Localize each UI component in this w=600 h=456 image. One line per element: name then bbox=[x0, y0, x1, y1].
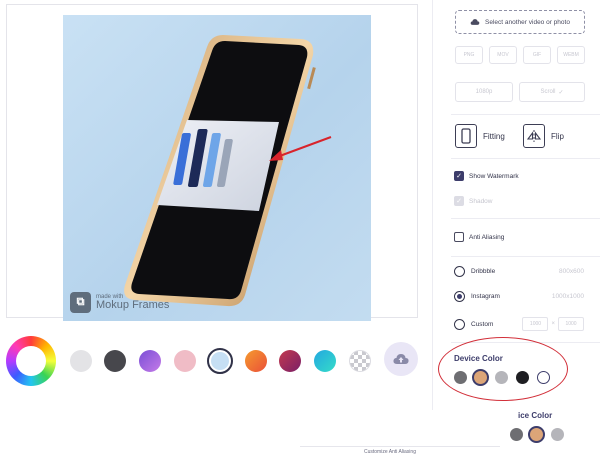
custom-width-input[interactable]: 1000 bbox=[522, 317, 549, 331]
bg-swatch-dark-gray[interactable] bbox=[104, 350, 126, 372]
format-webm-button[interactable]: WEBM bbox=[557, 46, 585, 64]
watermark-brand-text: Mokup Frames bbox=[96, 299, 170, 311]
flip-label: Flip bbox=[551, 132, 564, 141]
dribbble-size: 800x600 bbox=[559, 268, 584, 275]
fitting-label: Fitting bbox=[483, 132, 505, 141]
anti-aliasing-label: Anti Aliasing bbox=[469, 233, 505, 241]
size-option-instagram[interactable]: Instagram 1000x1000 bbox=[454, 291, 584, 302]
mokup-logo-icon: ⧉ bbox=[70, 292, 91, 313]
zoom-color-silver bbox=[551, 428, 564, 441]
custom-height-input[interactable]: 1000 bbox=[558, 317, 584, 331]
check-icon: ✓ bbox=[558, 89, 564, 96]
divider bbox=[451, 218, 600, 219]
select-another-media-label: Select another video or photo bbox=[485, 18, 570, 26]
show-watermark-checkbox[interactable]: ✓ Show Watermark bbox=[454, 171, 519, 181]
flip-button[interactable] bbox=[523, 124, 545, 148]
duration-select[interactable]: Scroll ✓ bbox=[519, 82, 585, 102]
select-another-media-button[interactable]: Select another video or photo bbox=[455, 10, 585, 34]
bg-swatch-orange[interactable] bbox=[245, 350, 267, 372]
background-picker bbox=[6, 336, 424, 388]
bg-swatch-transparent[interactable] bbox=[349, 350, 371, 372]
cloud-upload-icon bbox=[470, 19, 480, 25]
bg-swatch-teal[interactable] bbox=[314, 350, 336, 372]
bg-swatch-light-blue[interactable] bbox=[207, 348, 233, 374]
checkbox-empty-icon bbox=[454, 232, 464, 242]
quality-select[interactable]: 1080p bbox=[455, 82, 513, 102]
flip-icon bbox=[527, 130, 541, 142]
divider bbox=[451, 114, 600, 115]
format-png-button[interactable]: PNG bbox=[455, 46, 483, 64]
size-option-dribbble[interactable]: Dribbble 800x600 bbox=[454, 266, 584, 277]
divider bbox=[451, 256, 600, 257]
color-wheel-button[interactable] bbox=[6, 336, 56, 386]
shadow-checkbox[interactable]: ✓ Shadow bbox=[454, 196, 493, 206]
anti-aliasing-checkbox[interactable]: Anti Aliasing bbox=[454, 232, 504, 242]
cloud-upload-icon bbox=[393, 354, 409, 364]
annotation-ellipse bbox=[438, 337, 568, 401]
duration-label: Scroll bbox=[540, 89, 556, 95]
bg-swatch-purple[interactable] bbox=[139, 350, 161, 372]
radio-icon bbox=[454, 266, 465, 277]
bg-swatch-light-gray[interactable] bbox=[70, 350, 92, 372]
format-mov-button[interactable]: MOV bbox=[489, 46, 517, 64]
bg-swatch-pink[interactable] bbox=[174, 350, 196, 372]
bg-swatch-magenta[interactable] bbox=[279, 350, 301, 372]
fitting-button[interactable] bbox=[455, 124, 477, 148]
size-option-custom[interactable]: Custom 1000 × 1000 bbox=[454, 317, 584, 331]
zoom-color-space-gray bbox=[510, 428, 523, 441]
zoom-device-color-title: ice Color bbox=[518, 411, 553, 420]
upload-background-button[interactable] bbox=[384, 342, 418, 376]
dribbble-label: Dribbble bbox=[471, 268, 496, 275]
checkmark-icon: ✓ bbox=[454, 171, 464, 181]
format-gif-button[interactable]: GIF bbox=[523, 46, 551, 64]
custom-label: Custom bbox=[471, 320, 494, 328]
divider bbox=[300, 446, 500, 447]
zoom-color-gold bbox=[528, 426, 545, 443]
canvas-panel: ⧉ made with Mokup Frames bbox=[6, 4, 418, 321]
times-sign: × bbox=[551, 321, 555, 327]
radio-selected-icon bbox=[454, 291, 465, 302]
phone-fit-icon bbox=[461, 128, 471, 144]
instagram-size: 1000x1000 bbox=[551, 293, 584, 300]
watermark: ⧉ made with Mokup Frames bbox=[70, 292, 169, 313]
divider bbox=[451, 158, 600, 159]
phone-mockup-graphic bbox=[124, 35, 332, 307]
shadow-label: Shadow bbox=[469, 197, 493, 205]
footer-caption: Customize Anti Aliasing bbox=[364, 449, 416, 455]
checkmark-icon: ✓ bbox=[454, 196, 464, 206]
radio-icon bbox=[454, 318, 465, 330]
instagram-label: Instagram bbox=[471, 293, 500, 300]
mockup-preview: ⧉ made with Mokup Frames bbox=[63, 15, 371, 321]
show-watermark-label: Show Watermark bbox=[469, 172, 519, 180]
